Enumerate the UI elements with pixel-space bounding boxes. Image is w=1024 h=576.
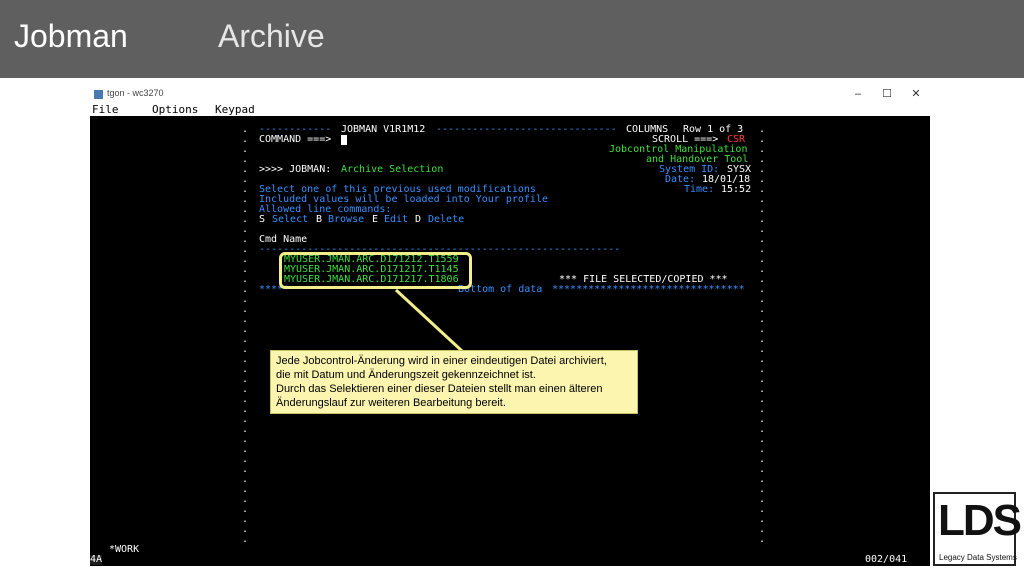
callout-note: Jede Jobcontrol-Änderung wird in einer e… (270, 350, 638, 414)
callout-line: Durch das Selektieren einer dieser Datei… (276, 383, 603, 395)
callout-line: die mit Datum und Änderungszeit gekennze… (276, 369, 536, 381)
logo-caption: Legacy Data Systems (939, 553, 1017, 562)
callout-line: Jede Jobcontrol-Änderung wird in einer e… (276, 355, 607, 367)
logo-mark: LDS (938, 496, 1022, 545)
file-highlight-box (279, 252, 472, 289)
callout-connector (394, 288, 464, 353)
callout-line: Änderungslauf zur weiteren Bearbeitung b… (276, 397, 506, 409)
lds-logo: LDS Legacy Data Systems (933, 492, 1022, 566)
